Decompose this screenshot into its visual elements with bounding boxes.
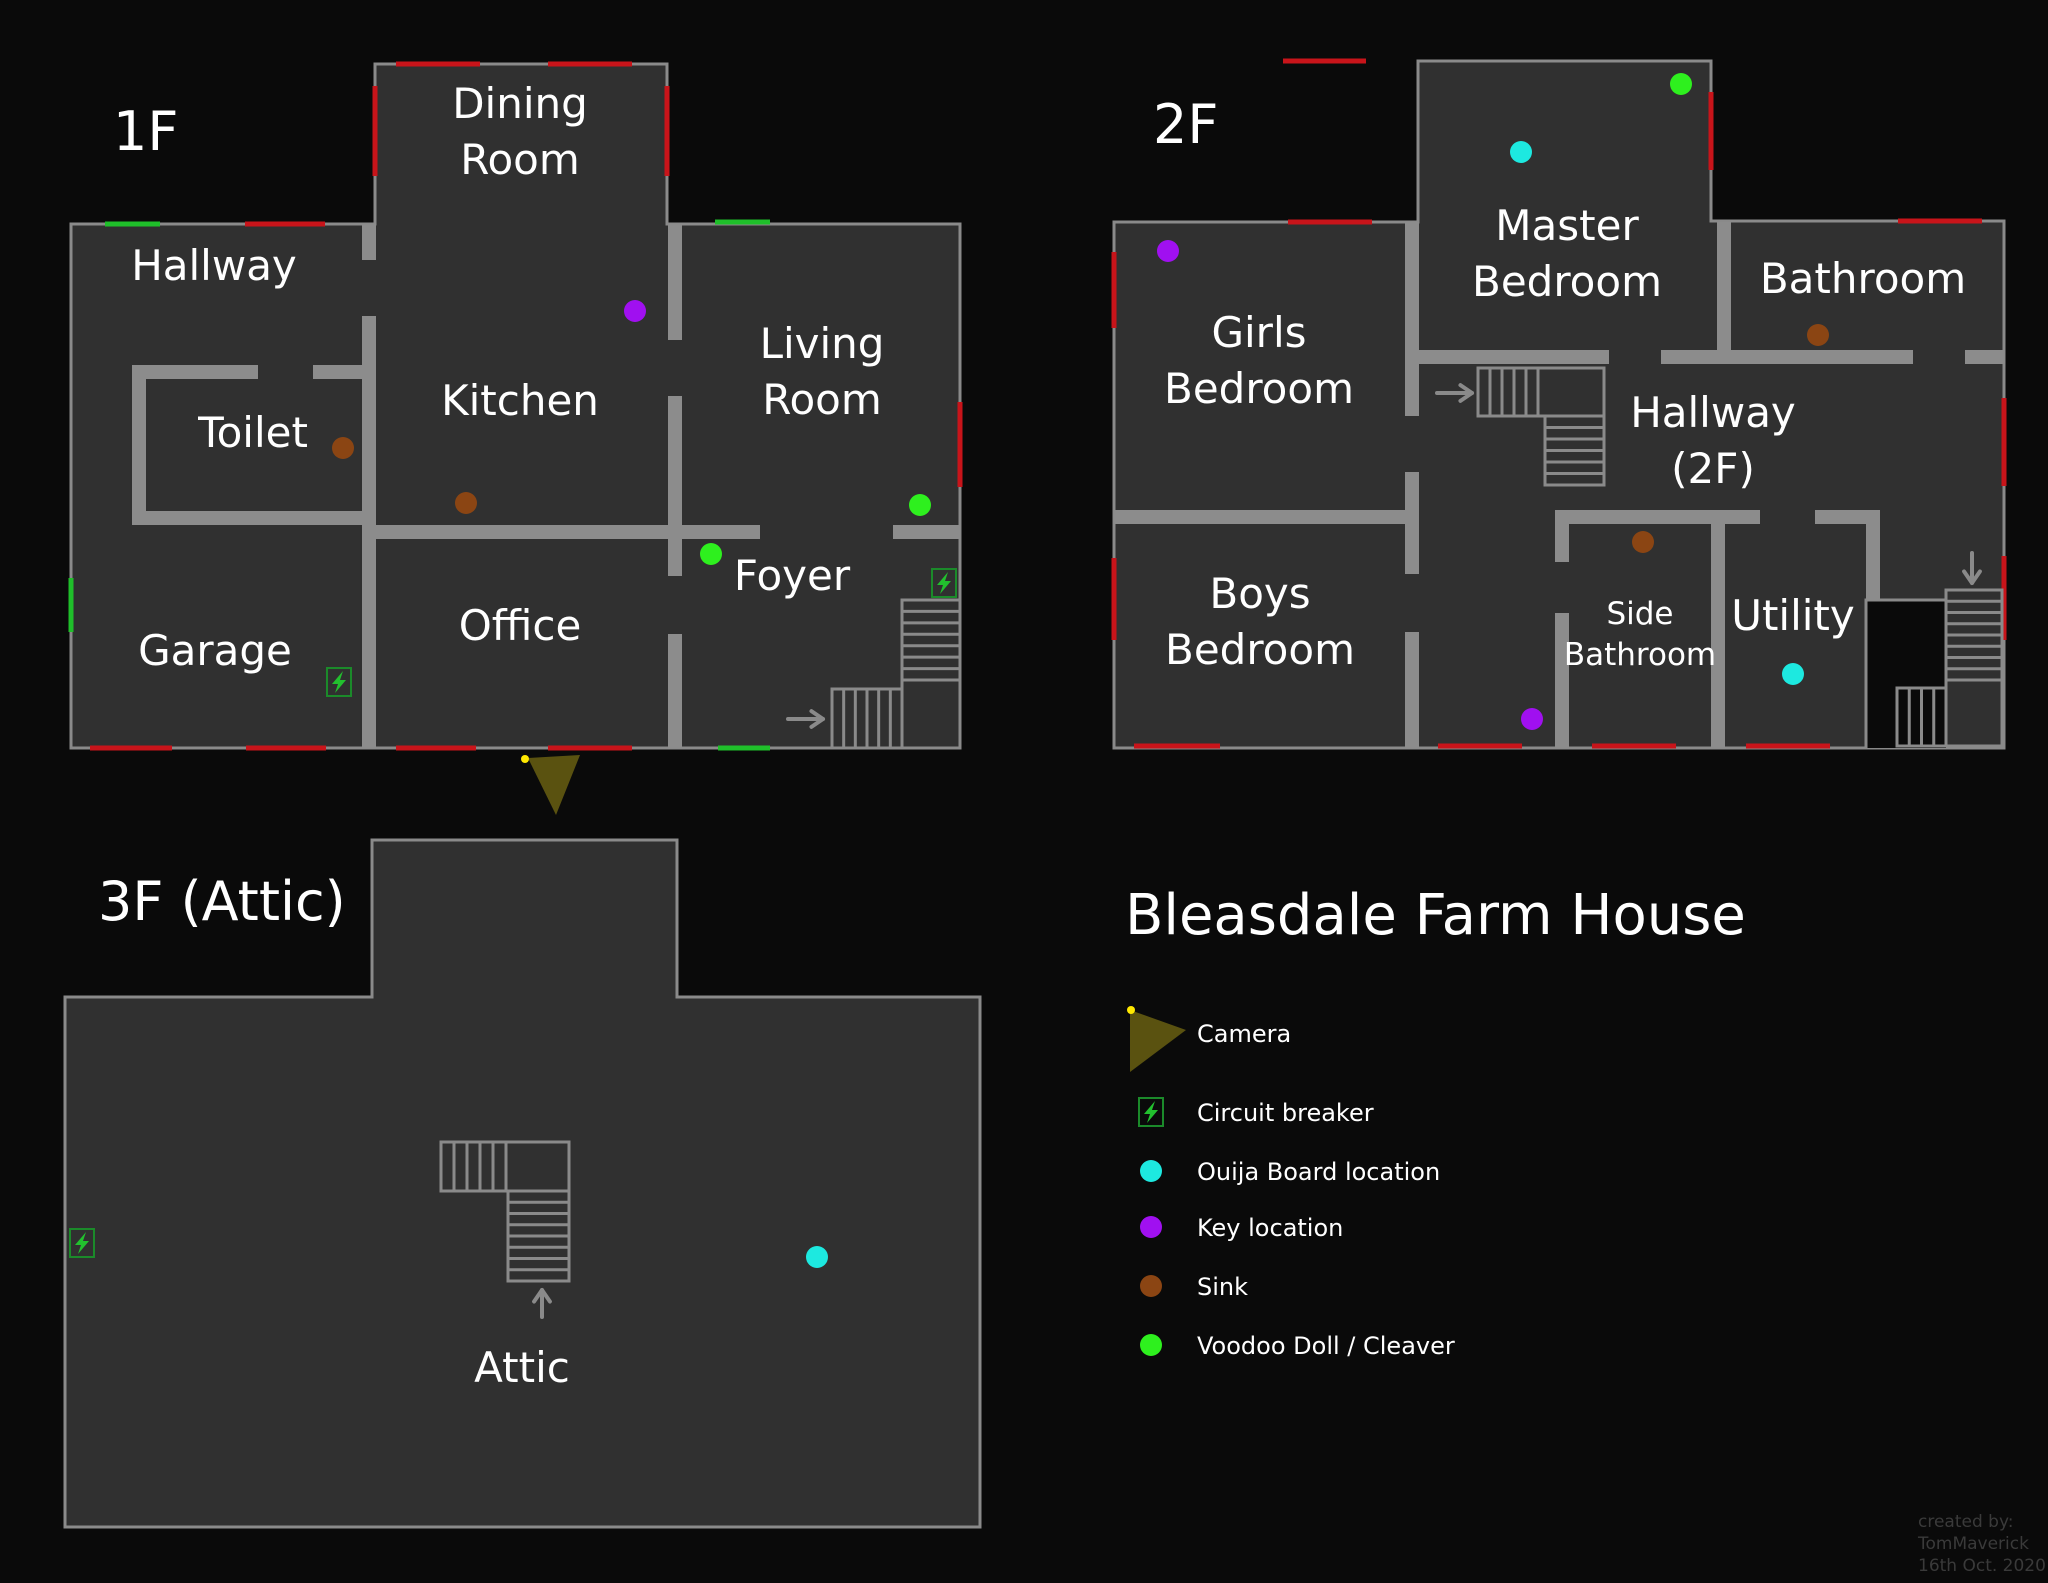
floorplan-map: 1F 2F 3F (Attic) Dining Room Hallway Toi…	[63, 58, 2046, 1576]
room-label-utility: Utility	[1731, 591, 1855, 640]
wall	[132, 511, 362, 525]
room-label-hallway-1f: Hallway	[131, 241, 297, 290]
wall	[668, 224, 682, 340]
legend-item-ouija: Ouija Board location	[1140, 1158, 1440, 1186]
lightning-bolt-icon	[1144, 1101, 1158, 1123]
camera-lens	[1127, 1006, 1135, 1014]
legend-item-key: Key location	[1140, 1214, 1343, 1242]
wall	[362, 316, 376, 748]
legend-label: Voodoo Doll / Cleaver	[1197, 1332, 1455, 1360]
map-title: Bleasdale Farm House	[1125, 883, 1746, 948]
camera-lens	[521, 755, 529, 763]
wall	[1419, 350, 1609, 364]
wall	[1555, 510, 1569, 562]
room-label-dining-line2: Room	[460, 135, 580, 184]
wall	[1965, 350, 2004, 364]
room-label-boys-line2: Bedroom	[1165, 625, 1355, 674]
sink-marker	[1807, 324, 1829, 346]
wall	[313, 365, 375, 379]
legend-item-sink: Sink	[1140, 1273, 1248, 1301]
room-label-garage: Garage	[138, 626, 292, 675]
room-label-girls-line1: Girls	[1211, 308, 1306, 357]
room-label-hallway-2f-line1: Hallway	[1630, 388, 1796, 437]
sink-marker	[455, 492, 477, 514]
sink-icon	[1140, 1275, 1162, 1297]
room-label-side-line2: Bathroom	[1564, 637, 1716, 673]
voodoo-marker	[909, 494, 931, 516]
ouija-icon	[1140, 1160, 1162, 1182]
key-marker	[1521, 708, 1543, 730]
voodoo-icon	[1140, 1334, 1162, 1356]
legend-item-camera: Camera	[1127, 1006, 1291, 1072]
legend-item-voodoo: Voodoo Doll / Cleaver	[1140, 1332, 1455, 1360]
room-label-boys-line1: Boys	[1209, 569, 1310, 618]
room-label-girls-line2: Bedroom	[1164, 364, 1354, 413]
key-marker	[1157, 240, 1179, 262]
voodoo-marker	[1670, 73, 1692, 95]
credit-line-3: 16th Oct. 2020	[1918, 1556, 2046, 1576]
wall	[1114, 510, 1419, 524]
wall	[1405, 632, 1419, 748]
room-label-dining-line1: Dining	[452, 79, 588, 128]
legend: Camera Circuit breaker Ouija Board locatio…	[1127, 1006, 1455, 1360]
wall	[362, 224, 376, 260]
wall	[1866, 510, 1880, 600]
floor-3f-area	[65, 840, 980, 1527]
wall	[668, 634, 682, 748]
room-label-kitchen: Kitchen	[441, 376, 599, 425]
room-label-attic: Attic	[474, 1343, 570, 1392]
camera-cone	[528, 755, 580, 815]
camera-icon	[1127, 1006, 1186, 1072]
credit-line-2: TomMaverick	[1917, 1534, 2029, 1554]
circuit-breaker-icon	[1138, 1097, 1164, 1127]
room-label-bathroom: Bathroom	[1760, 254, 1966, 303]
sink-marker	[1632, 531, 1654, 553]
ouija-marker	[1782, 663, 1804, 685]
voodoo-marker	[700, 543, 722, 565]
wall	[1717, 222, 1731, 350]
wall	[1555, 510, 1760, 524]
room-label-side-line1: Side	[1606, 596, 1673, 632]
room-label-living-line1: Living	[760, 319, 885, 368]
ouija-marker	[806, 1246, 828, 1268]
sink-marker	[332, 437, 354, 459]
room-label-foyer: Foyer	[734, 551, 851, 600]
wall	[1555, 613, 1569, 748]
floor-label-2f: 2F	[1153, 93, 1218, 156]
room-label-hallway-2f-line2: (2F)	[1671, 444, 1755, 493]
room-label-living-line2: Room	[762, 375, 882, 424]
legend-item-breaker: Circuit breaker	[1138, 1097, 1374, 1127]
floor-areas	[63, 59, 2006, 1529]
key-marker	[624, 300, 646, 322]
legend-label: Camera	[1197, 1020, 1291, 1048]
legend-label: Ouija Board location	[1197, 1158, 1440, 1186]
legend-label: Circuit breaker	[1197, 1099, 1374, 1127]
room-label-office: Office	[459, 601, 582, 650]
wall	[893, 525, 960, 539]
wall	[1405, 222, 1419, 416]
camera-cone	[1130, 1010, 1186, 1072]
wall	[668, 396, 682, 576]
floor-label-1f: 1F	[113, 100, 178, 163]
wall	[682, 525, 760, 539]
floor-label-3f: 3F (Attic)	[98, 870, 346, 933]
wall	[1661, 350, 1913, 364]
room-label-master-line2: Bedroom	[1472, 257, 1662, 306]
camera-icon	[521, 755, 580, 815]
key-icon	[1140, 1216, 1162, 1238]
wall	[132, 365, 258, 379]
room-label-master-line1: Master	[1495, 201, 1639, 250]
wall	[132, 365, 146, 525]
legend-label: Key location	[1197, 1214, 1343, 1242]
room-label-toilet: Toilet	[197, 408, 308, 457]
legend-label: Sink	[1197, 1273, 1248, 1301]
wall	[1711, 510, 1725, 748]
credit-line-1: created by:	[1918, 1512, 2014, 1532]
ouija-marker	[1510, 141, 1532, 163]
